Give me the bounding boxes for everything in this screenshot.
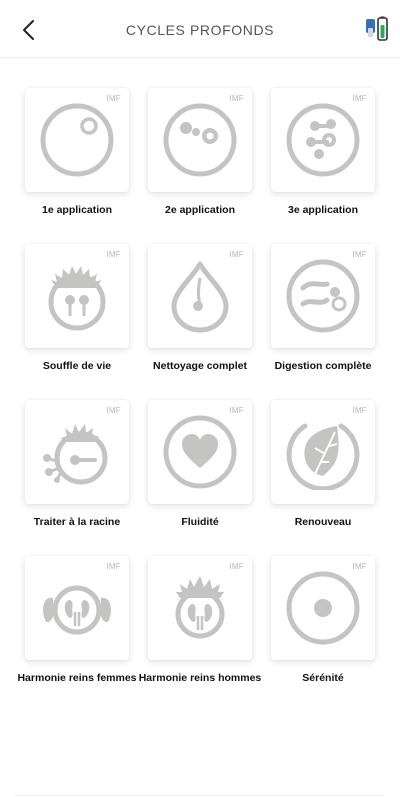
program-label-12: Sérénité: [302, 672, 344, 684]
program-card-4[interactable]: IMF: [25, 244, 129, 348]
digestion-icon: [286, 259, 360, 333]
program-label-1: 1e application: [41, 204, 113, 216]
program-label-10: Harmonie reins femmes: [17, 672, 137, 684]
program-label-5: Nettoyage complet: [153, 360, 247, 372]
page-title: CYCLES PROFONDS: [125, 22, 275, 38]
circle-chain-icon: [286, 103, 360, 177]
bottom-divider: [15, 795, 385, 796]
kidneys-men-icon: [175, 576, 225, 639]
program-card-7[interactable]: IMF: [25, 400, 129, 504]
program-label-11: Harmonie reins hommes: [138, 672, 262, 684]
program-card-11[interactable]: IMF: [148, 556, 252, 660]
program-card-1[interactable]: IMF: [25, 88, 129, 192]
program-card-8[interactable]: IMF: [148, 400, 252, 504]
program-card-9[interactable]: IMF: [271, 400, 375, 504]
serenity-icon: [286, 571, 360, 645]
circle-molecules-icon: [163, 103, 237, 177]
program-label-8: Fluidité: [181, 516, 219, 528]
device-battery-icon[interactable]: [364, 16, 390, 42]
program-card-3[interactable]: IMF: [271, 88, 375, 192]
program-card-10[interactable]: IMF: [25, 556, 129, 660]
heart-icon: [163, 415, 237, 489]
header: CYCLES PROFONDS: [0, 0, 400, 58]
lungs-sun-icon: [48, 266, 106, 331]
kidneys-women-icon: [43, 585, 111, 635]
program-card-6[interactable]: IMF: [271, 244, 375, 348]
program-card-12[interactable]: IMF: [271, 556, 375, 660]
program-card-5[interactable]: IMF: [148, 244, 252, 348]
program-card-2[interactable]: IMF: [148, 88, 252, 192]
program-label-9: Renouveau: [294, 516, 352, 528]
program-label-2: 2e application: [164, 204, 236, 216]
circle-dot-icon: [40, 103, 114, 177]
program-label-6: Digestion complète: [274, 360, 372, 372]
program-label-3: 3e application: [287, 204, 359, 216]
program-label-7: Traiter à la racine: [33, 516, 121, 528]
root-sun-icon: [43, 424, 108, 485]
program-label-4: Souffle de vie: [42, 360, 112, 372]
drop-icon: [171, 261, 229, 333]
leaf-icon: [286, 423, 360, 490]
